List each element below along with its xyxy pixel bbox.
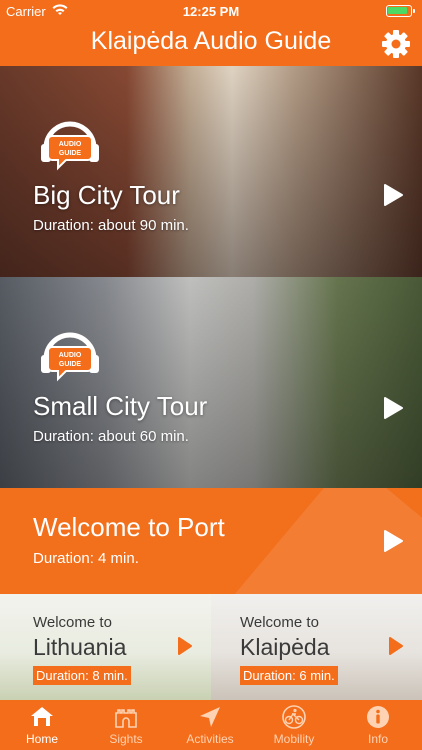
welcome-to-port-card[interactable]: Welcome to Port Duration: 4 min.: [0, 488, 422, 594]
tab-home[interactable]: Home: [0, 700, 84, 750]
big-city-tour-card[interactable]: AUDIO GUIDE Big City Tour Duration: abou…: [0, 66, 422, 277]
play-icon[interactable]: [388, 636, 404, 656]
status-time: 12:25 PM: [182, 4, 240, 19]
small-city-tour-duration: Duration: about 60 min.: [33, 428, 189, 445]
battery-icon: [386, 5, 415, 17]
play-icon[interactable]: [177, 636, 193, 656]
small-city-tour-card[interactable]: AUDIO GUIDE Small City Tour Duration: ab…: [0, 277, 422, 488]
bicycle-icon: [282, 705, 306, 729]
play-icon[interactable]: [382, 183, 404, 207]
status-bar: Carrier 12:25 PM: [0, 0, 422, 22]
tab-label: Sights: [109, 732, 143, 746]
info-icon: [367, 706, 389, 728]
klaipeda-title: Klaipėda: [240, 634, 330, 660]
port-duration: Duration: 4 min.: [33, 550, 139, 567]
home-icon: [31, 707, 53, 726]
svg-text:GUIDE: GUIDE: [59, 361, 82, 368]
tab-label: Info: [367, 732, 388, 746]
castle-icon: [115, 709, 137, 728]
nav-bar: Klaipėda Audio Guide: [0, 22, 422, 66]
page-title: Klaipėda Audio Guide: [90, 27, 332, 55]
klaipeda-duration: Duration: 6 min.: [240, 666, 338, 685]
play-icon[interactable]: [382, 529, 404, 553]
gear-icon[interactable]: [380, 28, 412, 60]
play-icon[interactable]: [382, 396, 404, 420]
small-city-tour-title: Small City Tour: [33, 391, 208, 421]
big-city-tour-title: Big City Tour: [33, 180, 180, 210]
svg-text:GUIDE: GUIDE: [59, 150, 82, 157]
tab-mobility[interactable]: Mobility: [252, 700, 336, 750]
tab-info[interactable]: Info: [336, 700, 420, 750]
welcome-to-lithuania-card[interactable]: Welcome to Lithuania Duration: 8 min.: [0, 594, 211, 700]
tab-bar: Home Sights Activities Mobility Info: [0, 700, 422, 750]
svg-text:AUDIO: AUDIO: [59, 352, 82, 359]
tab-sights[interactable]: Sights: [84, 700, 168, 750]
tab-label: Activities: [186, 732, 234, 746]
lithuania-title: Lithuania: [33, 634, 127, 660]
svg-text:AUDIO: AUDIO: [59, 141, 82, 148]
welcome-to-klaipeda-card[interactable]: Welcome to Klaipėda Duration: 6 min.: [211, 594, 422, 700]
navigation-arrow-icon: [200, 707, 220, 727]
tab-label: Mobility: [273, 732, 315, 746]
big-city-tour-duration: Duration: about 90 min.: [33, 217, 189, 234]
audio-guide-badge-icon: AUDIO GUIDE: [41, 332, 99, 382]
audio-guide-badge-icon: AUDIO GUIDE: [41, 121, 99, 171]
tab-activities[interactable]: Activities: [168, 700, 252, 750]
lithuania-duration: Duration: 8 min.: [33, 666, 131, 685]
lithuania-subtitle: Welcome to: [33, 614, 112, 631]
klaipeda-subtitle: Welcome to: [240, 614, 319, 631]
tab-label: Home: [25, 732, 58, 746]
port-title: Welcome to Port: [33, 512, 225, 542]
